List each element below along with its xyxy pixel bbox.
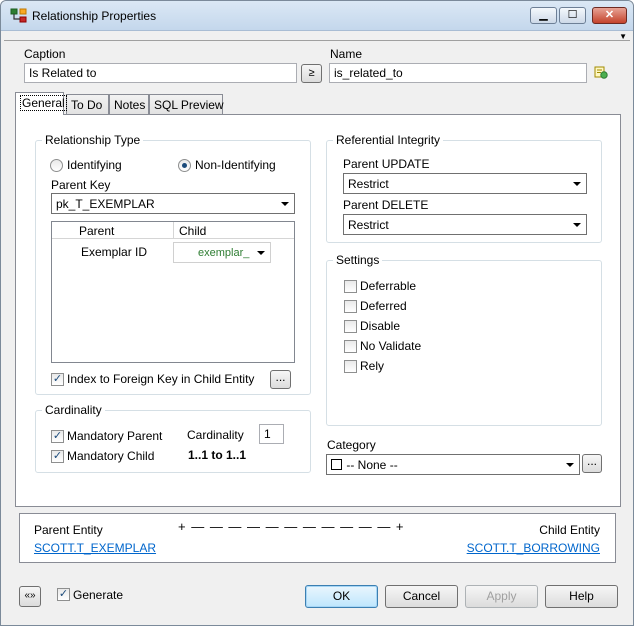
minimize-icon: ▁ [539,9,548,21]
parent-column-header: Parent [79,224,115,238]
caption-field[interactable]: Is Related to [24,63,297,83]
naming-options-icon[interactable] [594,65,608,79]
cardinality-group: Cardinality ✓ Mandatory Parent ✓ Mandato… [35,403,311,473]
child-entity-label: Child Entity [539,523,600,537]
deferrable-label: Deferrable [360,279,417,293]
category-options-button[interactable]: ... [582,454,602,473]
cancel-button[interactable]: Cancel [385,585,458,608]
general-tab-panel: Relationship Type Identifying Non-Identi… [15,114,621,507]
chevron-down-icon [573,182,581,186]
cardinality-field[interactable]: 1 [259,424,284,444]
maximize-icon: ☐ [567,9,578,21]
name-field[interactable]: is_related_to [329,63,587,83]
help-button[interactable]: Help [545,585,618,608]
expand-collapse-icon: «» [24,590,36,601]
disable-label: Disable [360,319,401,333]
parent-update-select[interactable]: Restrict [343,173,587,194]
non-identifying-radio[interactable] [178,159,191,172]
parent-delete-label: Parent DELETE [343,198,429,212]
title-bar[interactable]: Relationship Properties ▁ ☐ ✕ [1,1,633,31]
tab-sql-preview[interactable]: SQL Preview [149,94,224,114]
parent-delete-select[interactable]: Restrict [343,214,587,235]
cardinality-label: Cardinality [187,428,244,442]
caption-label: Caption [24,47,66,61]
generate-label: Generate [73,588,124,602]
parent-column-cell: Exemplar ID [81,245,148,259]
tab-notes[interactable]: Notes [109,94,149,114]
parent-key-label: Parent Key [51,178,111,192]
chevron-down-icon [566,463,574,467]
menu-strip: ▼ [4,32,630,41]
expand-collapse-button[interactable]: «» [19,586,41,607]
category-label: Category [327,438,376,452]
rely-label: Rely [360,359,385,373]
deferred-checkbox[interactable] [344,300,357,313]
mandatory-parent-label: Mandatory Parent [67,429,163,443]
generate-checkbox[interactable]: ✓ [57,588,70,601]
rely-checkbox[interactable] [344,360,357,373]
category-color-swatch [331,459,342,470]
mandatory-parent-checkbox[interactable]: ✓ [51,430,64,443]
index-fk-checkbox[interactable]: ✓ [51,373,64,386]
child-column-value: exemplar_id [198,247,250,259]
settings-title: Settings [333,253,383,267]
mandatory-child-checkbox[interactable]: ✓ [51,450,64,463]
maximize-button[interactable]: ☐ [559,7,586,24]
index-fk-label: Index to Foreign Key in Child Entity [67,372,255,386]
identifying-radio[interactable] [50,159,63,172]
child-entity-link[interactable]: SCOTT.T_BORROWING [467,541,600,555]
cardinality-summary: 1..1 to 1..1 [188,448,247,462]
child-column-select[interactable]: exemplar_id [173,242,271,263]
close-button[interactable]: ✕ [592,7,627,24]
identifying-label: Identifying [67,158,122,172]
caption-to-name-button[interactable]: ≥ [301,64,322,83]
disable-checkbox[interactable] [344,320,357,333]
table-row: Exemplar ID exemplar_id [52,240,294,264]
relationship-type-group: Relationship Type Identifying Non-Identi… [35,133,311,395]
minimize-button[interactable]: ▁ [530,7,557,24]
ok-button[interactable]: OK [305,585,378,608]
tab-to-do[interactable]: To Do [66,94,109,114]
deferrable-checkbox[interactable] [344,280,357,293]
relationship-type-title: Relationship Type [42,133,144,147]
name-label: Name [330,47,363,61]
column-divider [173,222,174,238]
deferred-label: Deferred [360,299,407,313]
referential-integrity-title: Referential Integrity [333,133,444,147]
parent-key-select[interactable]: pk_T_EXEMPLAR [51,193,295,214]
non-identifying-label: Non-Identifying [195,158,276,172]
parent-update-label: Parent UPDATE [343,157,430,171]
apply-button[interactable]: Apply [465,585,538,608]
relationship-properties-dialog: Relationship Properties ▁ ☐ ✕ ▼ Caption … [0,0,634,626]
entity-panel: Parent Entity SCOTT.T_EXEMPLAR + — — — —… [19,513,616,563]
parent-entity-label: Parent Entity [34,523,103,537]
no-validate-label: No Validate [360,339,422,353]
chevron-down-icon [281,202,289,206]
key-columns-grid: Parent Child Exemplar ID exemplar_id [51,221,295,363]
strip-dropdown-icon[interactable]: ▼ [619,33,627,41]
referential-integrity-group: Referential Integrity Parent UPDATE Rest… [326,133,602,243]
category-select[interactable]: -- None -- [326,454,580,475]
chevron-down-icon [573,223,581,227]
mandatory-child-label: Mandatory Child [67,449,155,463]
cardinality-title: Cardinality [42,403,105,417]
parent-entity-link[interactable]: SCOTT.T_EXEMPLAR [34,541,156,555]
close-icon: ✕ [604,9,615,21]
index-options-button[interactable]: ... [270,370,291,389]
settings-group: Settings Deferrable Deferred Disable No … [326,253,602,426]
no-validate-checkbox[interactable] [344,340,357,353]
grid-header: Parent Child [52,222,294,239]
relationship-app-icon [10,8,28,24]
tab-general[interactable]: General [15,92,67,115]
relationship-connector: + — — — — — — — — — — — + [178,519,405,534]
window-title: Relationship Properties [32,9,157,23]
chevron-down-icon [257,251,265,255]
child-column-header: Child [179,224,207,238]
